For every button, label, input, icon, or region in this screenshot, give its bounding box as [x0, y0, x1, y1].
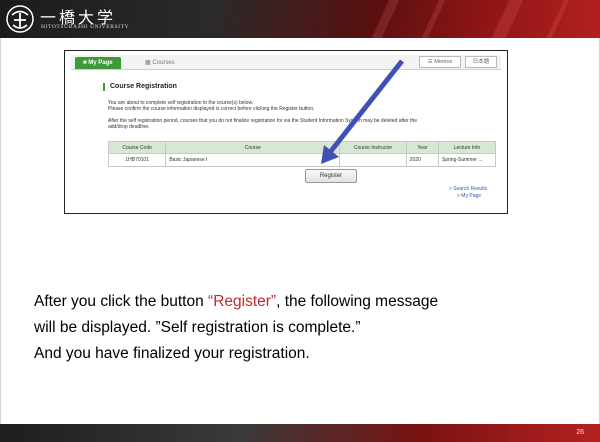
column-header: Course — [165, 141, 341, 154]
registration-table: Course Code Course Course Instructor Yea… — [107, 141, 497, 167]
instruction-line-2: Please confirm the course information di… — [108, 106, 315, 112]
language-button[interactable]: 日本語 — [465, 56, 497, 68]
memo-icon: ☰ — [427, 59, 433, 65]
user-icon: ■ — [83, 60, 87, 66]
course-registration-panel: Course Registration You are about to com… — [97, 73, 501, 203]
year-cell: 2020 — [405, 153, 439, 167]
table-row: 1HB70101 Basic Japanese I 2020 Spring-Su… — [107, 153, 497, 167]
register-button[interactable]: Register — [305, 169, 357, 183]
university-name-english: HITOTSUBASHI UNIVERSITY — [41, 24, 130, 30]
slide-footer: 26 — [0, 424, 600, 442]
table-header-row: Course Code Course Course Instructor Yea… — [107, 141, 497, 154]
slide-left-rule — [0, 38, 1, 424]
caption-line-2: will be displayed. ”Self registration is… — [34, 319, 361, 336]
instruction-line-3: After the self registration period, cour… — [108, 118, 418, 124]
portal-topbar: ■ My Page ▦ Courses ☰ Memos 日本語 — [71, 55, 501, 70]
course-instructor-cell — [339, 153, 407, 167]
university-seal-icon — [6, 5, 34, 33]
memos-button[interactable]: ☰ Memos — [419, 56, 461, 68]
grid-icon: ▦ — [145, 60, 151, 66]
caption-line-3: And you have finalized your registration… — [34, 345, 310, 362]
tab-courses[interactable]: ▦ Courses — [139, 57, 181, 69]
registration-screenshot: ■ My Page ▦ Courses ☰ Memos 日本語 Course R… — [64, 50, 508, 214]
tab-my-page[interactable]: ■ My Page — [75, 57, 121, 69]
course-code-cell: 1HB70101 — [107, 153, 167, 167]
register-highlight: “Register” — [208, 293, 277, 310]
column-header: Course Instructor — [339, 141, 407, 154]
lecture-info-cell: Spring-Summer ... — [437, 153, 497, 167]
search-results-link[interactable]: > Search Results — [449, 186, 487, 192]
panel-title: Course Registration — [103, 83, 177, 91]
column-header: Year — [405, 141, 439, 154]
my-page-link[interactable]: > My Page — [457, 193, 481, 199]
page-number: 26 — [576, 429, 584, 436]
instruction-line-4: add/drop deadline. — [108, 124, 150, 130]
caption-line-1: After you click the button “Register”, t… — [34, 293, 439, 310]
course-name-cell: Basic Japanese I — [165, 153, 341, 167]
column-header: Lecture Info — [437, 141, 497, 154]
slide-header: 一橋大学 HITOTSUBASHI UNIVERSITY — [0, 0, 600, 38]
column-header: Course Code — [107, 141, 167, 154]
